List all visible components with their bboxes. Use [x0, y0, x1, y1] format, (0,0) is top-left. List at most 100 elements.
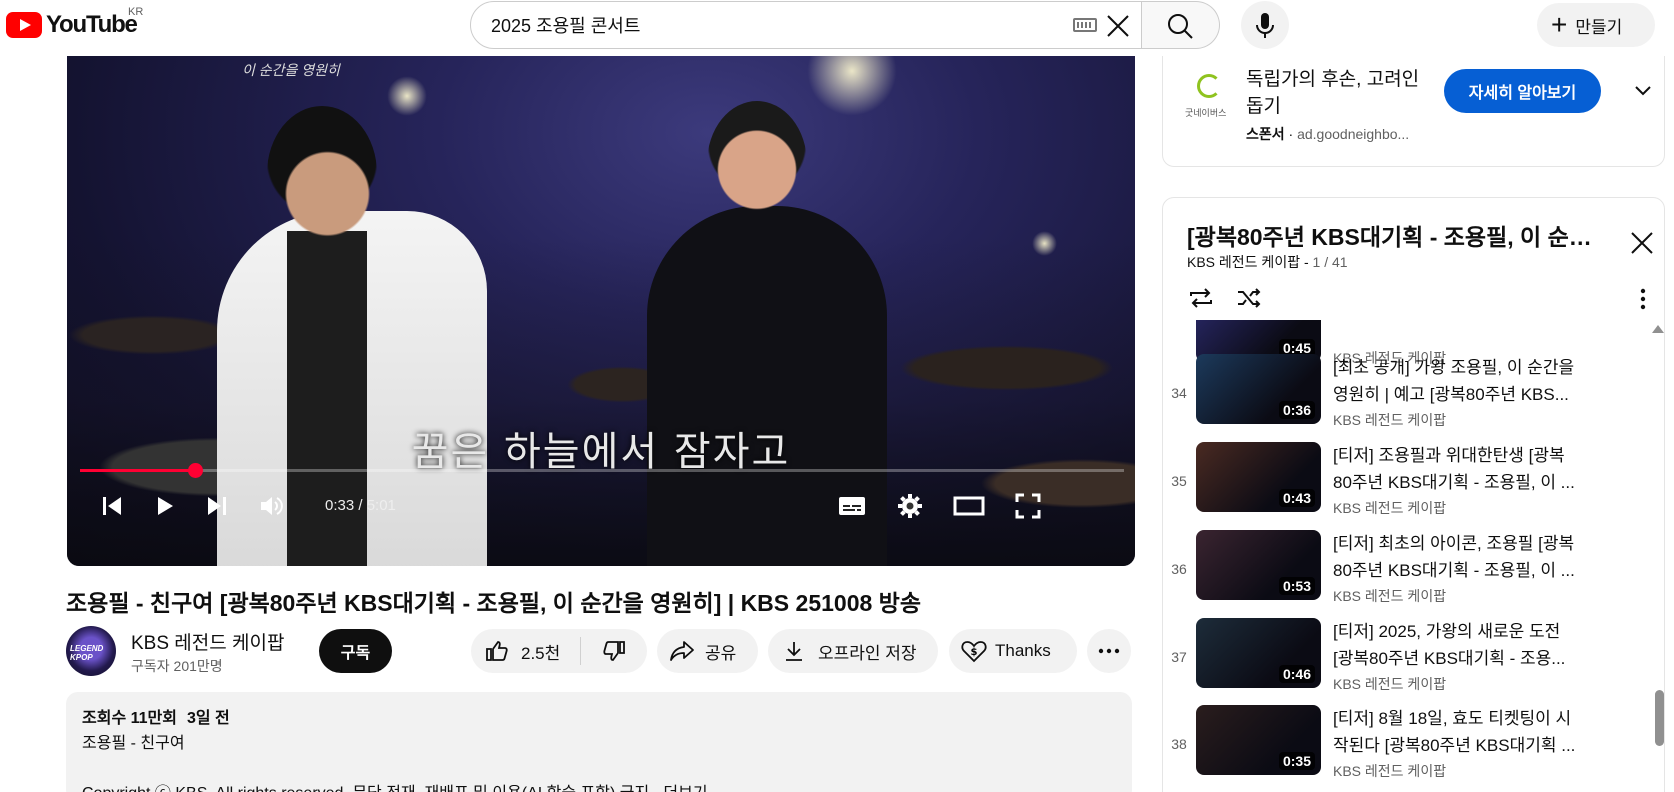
- next-button[interactable]: [199, 488, 235, 524]
- plus-icon: +: [1551, 9, 1568, 40]
- playlist-item-channel[interactable]: KBS 레전드 케이팝: [1333, 761, 1446, 781]
- thanks-heart-icon: $: [961, 641, 987, 663]
- progress-fill: [80, 469, 195, 472]
- fullscreen-button[interactable]: [1010, 488, 1046, 524]
- ad-learn-more-button[interactable]: 자세히 알아보기: [1444, 69, 1601, 113]
- scroll-up-arrow-icon[interactable]: [1652, 325, 1664, 333]
- description-box[interactable]: 조회수 11만회 3일 전 조용필 - 친구여 Copyright ⓒ KBS. …: [66, 692, 1132, 792]
- playlist-item-thumbnail[interactable]: 0:36: [1196, 354, 1321, 424]
- advertiser-logo: 굿네이버스: [1185, 72, 1233, 120]
- subtitles-button[interactable]: [834, 488, 870, 524]
- subtitles-icon: [839, 497, 865, 515]
- offline-label: 오프라인 저장: [818, 643, 917, 663]
- player-controls: 0:33 / 5:01: [67, 482, 1135, 538]
- top-bar: YouTube KR + 만들기: [0, 0, 1674, 56]
- playlist-item-title[interactable]: [티저] 8월 18일, 효도 티켓팅이 시작된다 [광복80주년 KBS대기획…: [1333, 705, 1583, 759]
- subscribe-button[interactable]: 구독: [319, 629, 392, 673]
- share-button[interactable]: 공유: [657, 629, 758, 673]
- sponsored-ad[interactable]: 굿네이버스 독립가의 후손, 고려인 돕기 스폰서 · ad.goodneigh…: [1162, 56, 1665, 167]
- upload-date: 3일 전: [186, 710, 230, 727]
- playlist-item-thumbnail[interactable]: 0:53: [1196, 530, 1321, 600]
- playlist-item[interactable]: 37 0:46 [티저] 2025, 가왕의 새로운 도전 [광복80주년 KBS대…: [1163, 618, 1643, 706]
- logo-text: YouTube: [46, 11, 138, 38]
- duration-badge: 0:46: [1278, 665, 1315, 683]
- duration-badge: 0:53: [1278, 577, 1315, 595]
- more-actions-button[interactable]: [1087, 629, 1131, 673]
- singer-head: [267, 106, 377, 241]
- playlist-item-title[interactable]: [티저] 2025, 가왕의 새로운 도전 [광복80주년 KBS대기획 - 조…: [1333, 618, 1583, 672]
- playlist-item[interactable]: 35 0:43 [티저] 조용필과 위대한탄생 [광복80주년 KBS대기획 - 조…: [1163, 442, 1643, 530]
- like-dislike-group: 2.5천: [471, 629, 647, 673]
- playlist-item-channel[interactable]: KBS 레전드 케이팝: [1333, 410, 1446, 430]
- previous-icon: [103, 497, 121, 515]
- view-count: 조회수 11만회: [82, 710, 177, 727]
- youtube-logo[interactable]: YouTube: [6, 11, 138, 38]
- create-button[interactable]: + 만들기: [1537, 3, 1655, 47]
- playlist-item-index: 34: [1171, 385, 1187, 401]
- play-button[interactable]: [147, 488, 183, 524]
- playlist-item-index: 35: [1171, 473, 1187, 489]
- channel-avatar[interactable]: LEGEND KPOP: [66, 626, 116, 676]
- previous-button[interactable]: [94, 488, 130, 524]
- close-icon[interactable]: [1627, 228, 1657, 258]
- search-box: [470, 1, 1142, 49]
- playlist-item-index: 38: [1171, 736, 1187, 752]
- scrollbar-thumb[interactable]: [1655, 690, 1664, 746]
- gear-icon: [898, 494, 922, 518]
- loop-icon[interactable]: [1187, 284, 1215, 312]
- duration-badge: 0:43: [1278, 489, 1315, 507]
- clear-search-icon[interactable]: [1104, 12, 1132, 40]
- playlist-item-thumbnail[interactable]: 0:46: [1196, 618, 1321, 688]
- download-button[interactable]: 오프라인 저장: [768, 629, 938, 673]
- playlist-item-title[interactable]: [티저] 최초의 아이콘, 조용필 [광복80주년 KBS대기획 - 조용필, …: [1333, 530, 1583, 584]
- volume-button[interactable]: [254, 488, 290, 524]
- volume-icon: [261, 497, 283, 515]
- playlist-item-title[interactable]: [최초 공개] 가왕 조용필, 이 순간을 영원히 | 예고 [광복80주년 K…: [1333, 354, 1583, 408]
- search-icon: [1168, 14, 1193, 39]
- description-line: 조용필 - 친구여: [82, 735, 185, 752]
- advertiser-logo-text: 굿네이버스: [1185, 108, 1227, 118]
- playlist-item[interactable]: 36 0:53 [티저] 최초의 아이콘, 조용필 [광복80주년 KBS대기획 -…: [1163, 530, 1643, 618]
- youtube-play-icon: [6, 12, 42, 38]
- playlist-item-title[interactable]: [티저] 조용필과 위대한탄생 [광복80주년 KBS대기획 - 조용필, 이 …: [1333, 442, 1583, 496]
- playlist-item-channel[interactable]: KBS 레전드 케이팝: [1333, 586, 1446, 606]
- time-display: 0:33 / 5:01: [325, 497, 396, 514]
- keyboard-icon[interactable]: [1073, 18, 1097, 32]
- playlist-item[interactable]: 34 0:36 [최초 공개] 가왕 조용필, 이 순간을 영원히 | 예고 [광복…: [1163, 354, 1643, 442]
- playlist-panel: [광복80주년 KBS대기획 - 조용필, 이 순간을 영원히] KBS 레전드…: [1162, 197, 1665, 792]
- progress-scrubber[interactable]: [187, 463, 203, 478]
- playlist-item-thumbnail[interactable]: 0:35: [1196, 705, 1321, 775]
- channel-name[interactable]: KBS 레전드 케이팝: [131, 628, 284, 655]
- thanks-button[interactable]: $ Thanks: [949, 629, 1077, 673]
- voice-search-button[interactable]: [1241, 1, 1289, 49]
- search-input[interactable]: [491, 12, 1011, 38]
- more-horizontal-icon: [1098, 648, 1120, 654]
- playlist-item-channel[interactable]: KBS 레전드 케이팝: [1333, 674, 1446, 694]
- download-icon: [786, 642, 802, 661]
- playlist-item-index: 36: [1171, 561, 1187, 577]
- share-label: 공유: [705, 643, 737, 663]
- video-watermark: 이 순간을 영원히: [242, 62, 340, 78]
- chevron-down-icon[interactable]: [1628, 76, 1658, 106]
- fullscreen-icon: [1015, 493, 1041, 519]
- stage-light: [387, 76, 427, 116]
- subscriber-count: 구독자 201만명: [131, 658, 223, 674]
- playlist-channel[interactable]: KBS 레전드 케이팝: [1187, 254, 1300, 270]
- search-button[interactable]: [1142, 1, 1220, 49]
- playlist-title[interactable]: [광복80주년 KBS대기획 - 조용필, 이 순간을 영원히]: [1187, 218, 1607, 252]
- playlist-item[interactable]: 38 0:35 [티저] 8월 18일, 효도 티켓팅이 시작된다 [광복80주년 …: [1163, 705, 1643, 792]
- like-button[interactable]: 2.5천: [471, 637, 581, 665]
- shuffle-icon[interactable]: [1235, 284, 1263, 312]
- playlist-item-thumbnail[interactable]: 0:43: [1196, 442, 1321, 512]
- progress-bar[interactable]: [80, 463, 1124, 478]
- dislike-button[interactable]: [581, 639, 647, 663]
- video-player[interactable]: 이 순간을 영원히 꿈은 하늘에서 잠자고 0:33 / 5:01: [67, 56, 1135, 566]
- ad-sponsor-line: 스폰서 · ad.goodneighbo...: [1246, 126, 1410, 142]
- play-icon: [158, 497, 173, 515]
- playlist-item-channel[interactable]: KBS 레전드 케이팝: [1333, 498, 1446, 518]
- settings-button[interactable]: [892, 488, 928, 524]
- more-vertical-icon[interactable]: [1629, 285, 1657, 313]
- theater-mode-button[interactable]: [951, 488, 987, 524]
- svg-text:$: $: [971, 647, 978, 658]
- sponsor-domain: ad.goodneighbo...: [1297, 126, 1410, 142]
